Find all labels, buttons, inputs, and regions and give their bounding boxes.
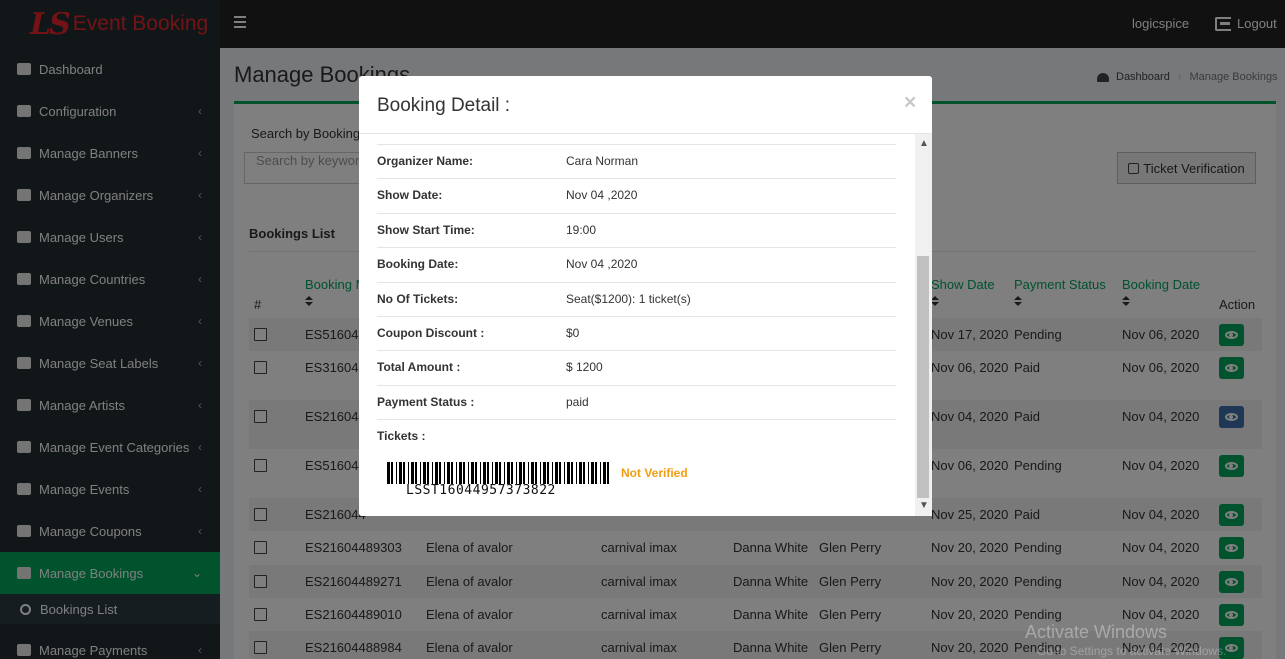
barcode-bar xyxy=(607,462,609,484)
barcode-bar xyxy=(423,462,426,484)
barcode-bar xyxy=(435,462,438,484)
windows-watermark-sub: Go to Settings to activate Windows. xyxy=(1037,644,1227,658)
barcode-bar xyxy=(603,462,606,484)
modal-title: Booking Detail : xyxy=(377,95,511,116)
barcode-bar xyxy=(511,462,513,484)
detail-label: Payment Status : xyxy=(377,394,475,409)
modal-header: Booking Detail : × xyxy=(359,76,932,134)
scroll-up-icon[interactable]: ▲ xyxy=(919,138,929,149)
detail-value: Cara Norman xyxy=(566,154,639,168)
barcode-bar xyxy=(475,462,477,484)
barcode-bar xyxy=(415,462,417,484)
ticket-status-badge: Not Verified xyxy=(621,466,688,480)
barcode-bar xyxy=(504,462,505,484)
barcode-bar xyxy=(571,462,573,484)
detail-value: 19:00 xyxy=(566,222,597,237)
barcode-bar xyxy=(411,462,414,484)
barcode-bar xyxy=(463,462,465,484)
scroll-thumb[interactable] xyxy=(917,256,929,498)
barcode-bar xyxy=(540,462,541,484)
barcode-bar xyxy=(447,462,450,484)
detail-row: Show Date: Nov 04 ,2020 xyxy=(377,178,896,212)
barcode-bar xyxy=(543,462,546,484)
barcode-bar xyxy=(516,462,517,484)
barcode-bar xyxy=(399,462,402,484)
detail-label: Show Date: xyxy=(377,188,443,203)
detail-row: No Of Tickets: Seat($1200): 1 ticket(s) xyxy=(377,281,896,316)
detail-label: No Of Tickets: xyxy=(377,291,459,306)
barcode-bar xyxy=(408,462,409,484)
detail-label: Show Start Time: xyxy=(377,222,475,237)
barcode-bar xyxy=(459,462,462,484)
detail-value: $0 xyxy=(566,326,580,340)
barcode-bar xyxy=(439,462,441,484)
barcode-bar xyxy=(471,462,474,484)
barcode-bar xyxy=(396,462,397,484)
barcode-bar xyxy=(595,462,597,484)
detail-label: Total Amount : xyxy=(377,360,461,375)
barcode-bar xyxy=(456,462,457,484)
barcode-bar xyxy=(495,462,498,484)
barcode-bar xyxy=(420,462,421,484)
barcode-bar xyxy=(519,462,522,484)
detail-row: Show Start Time: 19:00 xyxy=(377,212,896,247)
barcode-bar xyxy=(507,462,510,484)
booking-detail-modal: Booking Detail : × LSST16044957373822 No… xyxy=(359,76,932,516)
detail-label: Organizer Name: xyxy=(377,154,474,168)
modal-body: LSST16044957373822 Not Verified Organize… xyxy=(359,134,932,514)
detail-row: Total Amount : $ 1200 xyxy=(377,350,896,384)
detail-label: Tickets : xyxy=(377,429,426,444)
barcode-bar xyxy=(591,462,594,484)
detail-row: Tickets : xyxy=(377,419,896,449)
close-icon[interactable]: × xyxy=(904,91,916,115)
barcode-bar xyxy=(387,462,390,484)
detail-row: Organizer Name: Cara Norman xyxy=(377,144,896,178)
detail-row: Payment Status : paid xyxy=(377,384,896,419)
detail-value: $ 1200 xyxy=(566,360,603,375)
ticket-barcode xyxy=(387,462,609,484)
barcode-bar xyxy=(579,462,582,484)
barcode-bar xyxy=(583,462,585,484)
detail-label: Coupon Discount : xyxy=(377,326,485,340)
barcode-bar xyxy=(552,462,553,484)
barcode-bar xyxy=(391,462,393,484)
windows-watermark: Activate Windows xyxy=(1025,622,1168,642)
barcode-bar xyxy=(432,462,433,484)
scroll-down-icon[interactable]: ▼ xyxy=(919,500,929,511)
detail-value: Seat($1200): 1 ticket(s) xyxy=(566,291,691,306)
barcode-bar xyxy=(531,462,534,484)
barcode-bar xyxy=(468,462,469,484)
barcode-bar xyxy=(576,462,577,484)
barcode-bar xyxy=(403,462,405,484)
detail-value: paid xyxy=(566,394,589,409)
detail-value: Nov 04 ,2020 xyxy=(566,188,638,203)
detail-label: Booking Date: xyxy=(377,257,459,272)
barcode-bar xyxy=(535,462,537,484)
barcode-bar xyxy=(427,462,429,484)
barcode-bar xyxy=(567,462,570,484)
barcode-bar xyxy=(528,462,529,484)
barcode-bar xyxy=(487,462,489,484)
barcode-bar xyxy=(444,462,445,484)
barcode-bar xyxy=(492,462,493,484)
barcode-bar xyxy=(480,462,481,484)
barcode-bar xyxy=(523,462,525,484)
barcode-bar xyxy=(555,462,558,484)
ticket-code: LSST16044957373822 xyxy=(406,483,556,498)
barcode-bar xyxy=(564,462,565,484)
detail-row: Coupon Discount : $0 xyxy=(377,316,896,350)
barcode-bar xyxy=(499,462,501,484)
barcode-bar xyxy=(588,462,589,484)
detail-row: Booking Date: Nov 04 ,2020 xyxy=(377,247,896,281)
barcode-bar xyxy=(559,462,561,484)
barcode-bar xyxy=(451,462,453,484)
modal-scrollbar[interactable]: ▲ ▼ xyxy=(915,134,932,516)
detail-value: Nov 04 ,2020 xyxy=(566,257,638,272)
barcode-bar xyxy=(483,462,486,484)
barcode-bar xyxy=(547,462,549,484)
barcode-bar xyxy=(600,462,601,484)
